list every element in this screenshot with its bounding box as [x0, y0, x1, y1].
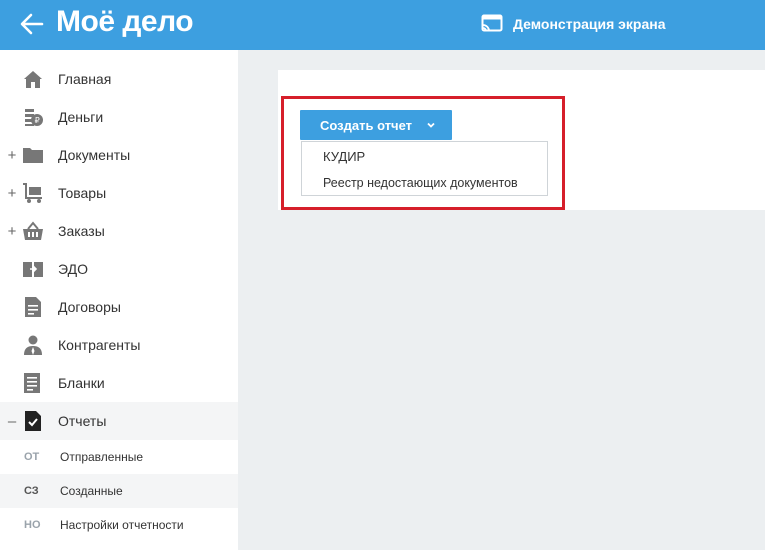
sidebar-item-label: Бланки	[58, 375, 105, 391]
sidebar-item-goods[interactable]: + Товары	[0, 174, 238, 212]
sidebar-item-contractors[interactable]: Контрагенты	[0, 326, 238, 364]
svg-text:₽: ₽	[35, 116, 40, 125]
subitem-label: Созданные	[60, 484, 123, 498]
sidebar-subitem-created[interactable]: СЗ Созданные	[0, 474, 238, 508]
sidebar-item-label: Контрагенты	[58, 337, 141, 353]
sidebar-item-label: Договоры	[58, 299, 121, 315]
subitem-label: Отправленные	[60, 450, 144, 464]
person-icon	[24, 335, 42, 355]
cart-icon	[23, 183, 42, 203]
subitem-code: СЗ	[24, 485, 39, 497]
top-bar: Моё дело Демонстрация экрана	[0, 0, 765, 50]
report-check-icon	[25, 411, 41, 431]
subitem-code: ОТ	[24, 451, 40, 463]
form-icon	[24, 373, 40, 393]
sidebar-item-documents[interactable]: + Документы	[0, 136, 238, 174]
expand-icon[interactable]: +	[7, 185, 17, 202]
sidebar-item-label: Заказы	[58, 223, 105, 239]
screen-cast-icon	[481, 14, 503, 32]
sidebar: Главная ₽ Деньги + Документы + Товары +	[0, 50, 238, 550]
sidebar-item-label: ЭДО	[58, 261, 88, 277]
screen-share-label: Демонстрация экрана	[513, 16, 666, 32]
sidebar-item-label: Документы	[58, 147, 131, 163]
collapse-icon[interactable]: –	[7, 413, 17, 430]
home-icon	[24, 71, 42, 88]
subitem-label: Настройки отчетности	[60, 518, 184, 532]
app-logo[interactable]: Моё дело	[56, 5, 194, 39]
expand-icon[interactable]: +	[7, 147, 17, 164]
sidebar-item-contracts[interactable]: Договоры	[0, 288, 238, 326]
contract-icon	[25, 297, 41, 317]
expand-icon[interactable]: +	[7, 223, 17, 240]
sidebar-item-money[interactable]: ₽ Деньги	[0, 98, 238, 136]
sidebar-item-reports[interactable]: – Отчеты	[0, 402, 238, 440]
highlight-frame	[281, 96, 565, 210]
basket-icon	[23, 221, 43, 240]
coins-icon: ₽	[25, 109, 43, 126]
arrow-left-icon[interactable]	[18, 10, 46, 38]
sidebar-subitem-report-settings[interactable]: НО Настройки отчетности	[0, 508, 238, 542]
sidebar-subitem-sent[interactable]: ОТ Отправленные	[0, 440, 238, 474]
sidebar-item-label: Отчеты	[58, 413, 107, 429]
sidebar-item-orders[interactable]: + Заказы	[0, 212, 238, 250]
sidebar-item-edo[interactable]: ЭДО	[0, 250, 238, 288]
screen-share-button[interactable]: Демонстрация экрана	[481, 14, 666, 34]
sidebar-item-label: Главная	[58, 71, 112, 87]
sidebar-item-label: Деньги	[58, 109, 104, 125]
sidebar-item-forms[interactable]: Бланки	[0, 364, 238, 402]
edo-icon	[23, 262, 43, 277]
subitem-code: НО	[24, 519, 41, 531]
sidebar-item-home[interactable]: Главная	[0, 60, 238, 98]
sidebar-item-label: Товары	[58, 185, 107, 201]
folder-icon	[23, 148, 43, 163]
